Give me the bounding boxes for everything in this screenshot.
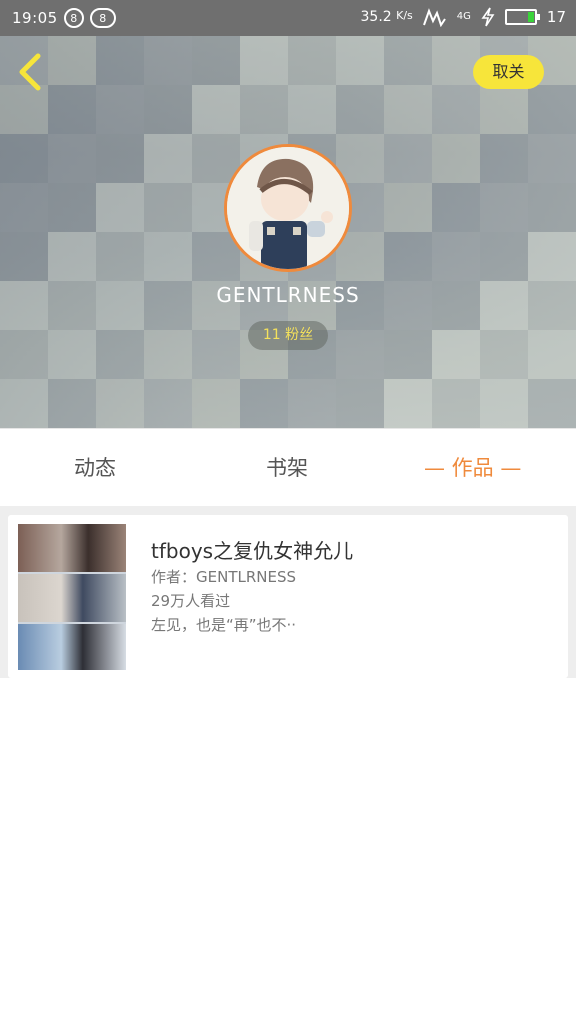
username: GENTLRNESS — [216, 283, 360, 307]
work-excerpt: 左见，也是“再”也不·· — [151, 616, 297, 634]
network-type: 4G — [456, 11, 471, 22]
cover-panel-bottom — [18, 624, 126, 670]
tab-bookshelf[interactable]: 书架 — [266, 453, 308, 483]
avatar[interactable] — [224, 144, 352, 272]
profile-header: 取关 GENTLRNESS 11 粉丝 — [0, 36, 576, 428]
alarm-icon: 8 — [89, 8, 116, 28]
work-title[interactable]: tfboys之复仇女神允儿 — [151, 535, 353, 564]
activity-icon — [422, 7, 447, 27]
battery-percent: 17 — [546, 8, 566, 26]
status-left: 19:05 8 8 — [12, 8, 116, 28]
avatar-illustration — [227, 147, 349, 269]
profile-page: 19:05 8 8 35.2 K/s 4G 17 取关 GENTLRNESS 1… — [0, 0, 576, 1024]
back-button[interactable] — [12, 52, 48, 92]
status-right: 35.2 K/s 4G 17 — [361, 7, 566, 27]
status-time: 19:05 — [12, 9, 58, 27]
tab-works[interactable]: — 作品 — — [424, 453, 521, 483]
charging-icon — [481, 7, 495, 27]
battery-icon — [504, 9, 540, 25]
chevron-left-icon — [19, 53, 41, 91]
battery-fill — [527, 12, 534, 22]
network-speed-value: 35.2 — [360, 9, 392, 25]
network-speed-unit: K/s — [396, 9, 413, 22]
tab-activity[interactable]: 动态 — [74, 453, 116, 483]
status-bar: 19:05 8 8 35.2 K/s 4G 17 — [0, 0, 576, 36]
network-speed: 35.2 K/s — [361, 9, 413, 25]
work-card[interactable]: tfboys之复仇女神允儿 作者：GENTLRNESS 29万人看过 左见，也是… — [8, 515, 568, 678]
fans-count-badge[interactable]: 11 粉丝 — [248, 321, 328, 350]
notification-icon: 8 — [63, 8, 84, 28]
cover-panel-middle — [18, 574, 126, 622]
work-cover-image — [18, 524, 126, 670]
unfollow-button[interactable]: 取关 — [473, 55, 544, 89]
profile-tabs: 动态 书架 — 作品 — — [0, 428, 576, 506]
work-views: 29万人看过 — [151, 592, 231, 610]
work-author: 作者：GENTLRNESS — [151, 568, 297, 586]
cover-panel-top — [18, 524, 126, 572]
